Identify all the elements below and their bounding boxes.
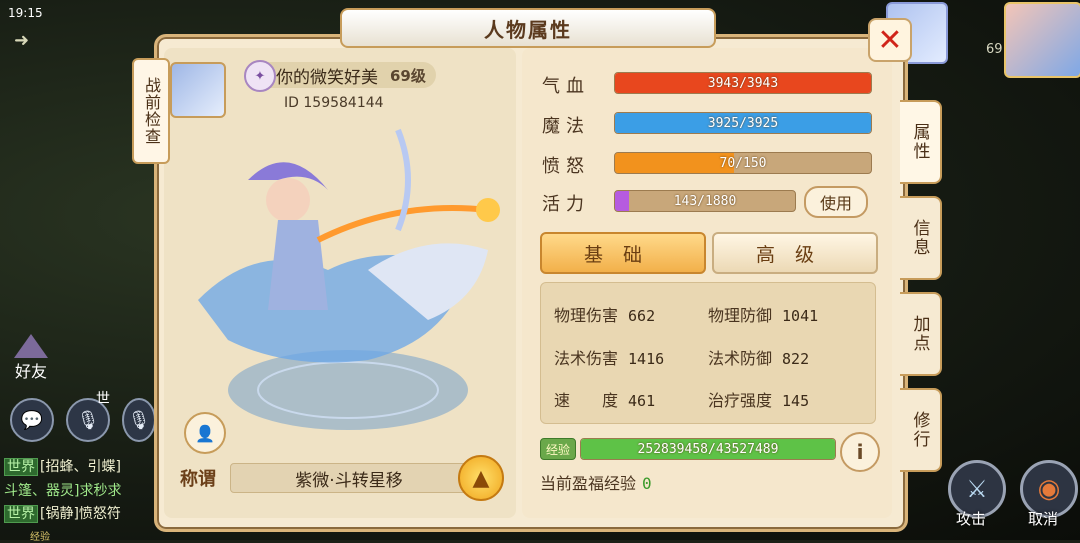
cancel-label: 取消 bbox=[1028, 510, 1059, 528]
chat-text: 斗篷、器灵]求秒求 bbox=[4, 483, 122, 499]
attribute-label: 物理防御 bbox=[708, 306, 773, 325]
chat-bubble-icon: 💬 bbox=[20, 409, 44, 431]
tab-basic[interactable]: 基础 bbox=[540, 232, 706, 274]
side-tab-cultivation[interactable]: 修行 bbox=[900, 388, 942, 472]
attribute-item: 法术伤害 1416 bbox=[554, 345, 664, 369]
voice-button-2[interactable]: 🎙 bbox=[122, 398, 156, 442]
arrow-up-icon: ▲ bbox=[472, 465, 490, 491]
back-arrow-icon[interactable]: ➜ bbox=[14, 30, 36, 52]
hp-label: 气血 bbox=[542, 76, 590, 97]
rage-value: 70/150 bbox=[719, 155, 767, 171]
clock: 19:15 bbox=[8, 6, 43, 20]
attack-label: 攻击 bbox=[956, 510, 987, 528]
faction-emblem-icon: ✦ bbox=[244, 60, 276, 92]
rage-bar: 70/150 bbox=[614, 152, 872, 174]
title-settings-button[interactable]: 👤 bbox=[184, 412, 226, 454]
panel-title-banner: 人物属性 bbox=[340, 8, 716, 48]
use-vitality-button[interactable]: 使用 bbox=[804, 186, 868, 218]
player-name: 你的微笑好美 bbox=[276, 67, 378, 88]
vitality-value: 143/1880 bbox=[673, 193, 737, 209]
top-right-level: 69 bbox=[986, 42, 1003, 57]
chat-channel-tag: 世界 bbox=[4, 505, 38, 523]
side-tab-info[interactable]: 信息 bbox=[900, 196, 942, 280]
chat-channel-tag: 世界 bbox=[4, 458, 38, 476]
vitality-bar: 143/1880 bbox=[614, 190, 796, 212]
blessed-exp-row: 当前盈福经验 0 bbox=[540, 470, 652, 494]
attribute-label: 法术伤害 bbox=[554, 349, 619, 368]
chat-text: [招蜂、引蝶] bbox=[40, 459, 121, 475]
tab-advanced[interactable]: 高级 bbox=[712, 232, 878, 274]
attribute-label: 法术防御 bbox=[708, 349, 773, 368]
attribute-label: 物理伤害 bbox=[554, 306, 619, 325]
chat-line[interactable]: 斗篷、器灵]求秒求 bbox=[4, 480, 121, 500]
attribute-label: 治疗强度 bbox=[708, 391, 773, 410]
avatar[interactable] bbox=[170, 62, 226, 118]
exp-info-button[interactable]: i bbox=[840, 432, 880, 472]
attribute-item: 法术防御 822 bbox=[708, 345, 809, 369]
character-illustration bbox=[198, 128, 500, 430]
chat-line[interactable]: 世界 [招蜂、引蝶] bbox=[4, 456, 121, 476]
attribute-value: 1416 bbox=[628, 350, 665, 368]
side-tab-points[interactable]: 加点 bbox=[900, 292, 942, 376]
panel-title: 人物属性 bbox=[484, 17, 572, 42]
attribute-item: 物理伤害 662 bbox=[554, 302, 655, 326]
attribute-value: 145 bbox=[782, 392, 810, 410]
attribute-item: 治疗强度 145 bbox=[708, 387, 809, 411]
id-value: 159584144 bbox=[303, 95, 384, 111]
player-level: 69级 bbox=[390, 66, 426, 85]
attribute-value: 662 bbox=[628, 307, 656, 325]
id-label: ID bbox=[284, 95, 299, 111]
hp-value: 3943/3943 bbox=[707, 75, 779, 91]
exp-bar: 252839458/43527489 bbox=[580, 438, 836, 460]
person-edit-icon: 👤 bbox=[195, 423, 215, 443]
hp-bar: 3943/3943 bbox=[614, 72, 872, 94]
info-icon: i bbox=[856, 440, 864, 464]
microphone-icon: 🎙 bbox=[76, 409, 100, 431]
top-right-portrait[interactable] bbox=[1004, 2, 1080, 78]
blessed-exp-value: 0 bbox=[642, 474, 652, 493]
chat-text: [锅静]愤怒符 bbox=[40, 506, 121, 522]
exp-value: 252839458/43527489 bbox=[637, 441, 779, 457]
title-label: 称谓 bbox=[180, 469, 216, 490]
attribute-value: 822 bbox=[782, 350, 810, 368]
friends-label: 好友 bbox=[14, 362, 47, 381]
straw-hat-icon bbox=[14, 334, 48, 358]
chat-line[interactable]: 世界 [锅静]愤怒符 bbox=[4, 503, 121, 523]
exp-badge: 经验 bbox=[540, 438, 576, 460]
attribute-value: 1041 bbox=[782, 307, 819, 325]
mp-value: 3925/3925 bbox=[707, 115, 779, 131]
side-tab-attributes[interactable]: 属性 bbox=[900, 100, 942, 184]
friends-button[interactable]: 好友 bbox=[6, 334, 56, 390]
status-bar: 19:15 bbox=[8, 6, 43, 20]
precheck-tab[interactable]: 战前检查 bbox=[132, 58, 170, 164]
player-id: ID 159584144 bbox=[284, 95, 384, 111]
microphone-icon: 🎙 bbox=[127, 409, 151, 431]
voice-world-label: 世 bbox=[96, 391, 110, 407]
bottom-exp-label: 经验 bbox=[30, 532, 50, 543]
attribute-label: 速 度 bbox=[554, 391, 619, 410]
attribute-item: 物理防御 1041 bbox=[708, 302, 818, 326]
attribute-value: 461 bbox=[628, 392, 656, 410]
rage-label: 愤怒 bbox=[542, 156, 590, 177]
mp-bar: 3925/3925 bbox=[614, 112, 872, 134]
title-upgrade-button[interactable]: ▲ bbox=[458, 455, 504, 501]
vitality-label: 活力 bbox=[542, 194, 590, 215]
blessed-exp-label: 当前盈福经验 bbox=[540, 474, 637, 493]
attribute-item: 速 度 461 bbox=[554, 387, 655, 411]
close-button[interactable]: ✕ bbox=[868, 18, 912, 62]
chat-bubble-button[interactable]: 💬 bbox=[10, 398, 54, 442]
title-value-field[interactable]: 紫微·斗转星移 bbox=[230, 463, 468, 493]
mp-label: 魔法 bbox=[542, 116, 590, 137]
close-icon: ✕ bbox=[877, 22, 903, 58]
